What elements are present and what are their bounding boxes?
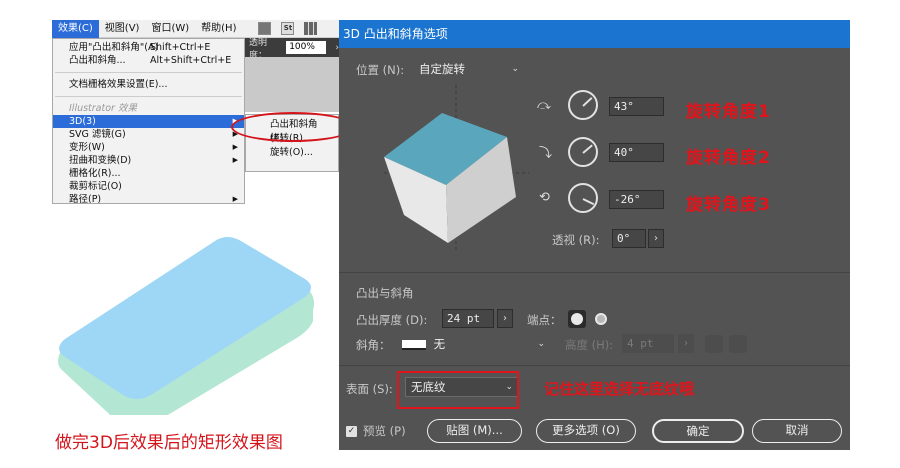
extrude-depth-label: 凸出厚度 (D): bbox=[356, 313, 428, 327]
surface-label: 表面 (S): bbox=[346, 382, 393, 396]
chevron-down-icon: ⌄ bbox=[537, 339, 545, 349]
result-caption: 做完3D后效果后的矩形效果图 bbox=[55, 433, 283, 453]
surface-note: 记住这里选择无底纹哦 bbox=[544, 380, 695, 398]
x-rotation-dial[interactable] bbox=[568, 90, 598, 120]
z-axis-rotate-icon: ⟲ bbox=[539, 190, 550, 205]
menu-item-extrude-bevel[interactable]: 凸出和斜角... Alt+Shift+Ctrl+E bbox=[53, 54, 244, 67]
cancel-button[interactable]: 取消 bbox=[752, 419, 842, 443]
chevron-down-icon: ⌄ bbox=[511, 64, 519, 74]
section-divider bbox=[339, 272, 850, 273]
menu-item-distort-transform[interactable]: 扭曲和变换(D) ▶ bbox=[53, 154, 244, 167]
annotation-ellipse bbox=[231, 112, 355, 142]
control-bar: 透明度： 100% › bbox=[245, 38, 339, 61]
rotation-preview-cube[interactable] bbox=[384, 85, 529, 250]
perspective-label: 透视 (R): bbox=[552, 233, 600, 247]
bevel-swatch bbox=[402, 339, 426, 350]
bevel-label: 斜角： bbox=[356, 338, 391, 352]
menu-help[interactable]: 帮助(H) bbox=[195, 20, 242, 38]
z-rotation-dial[interactable] bbox=[568, 183, 598, 213]
menu-item-crop-marks[interactable]: 裁剪标记(O) bbox=[53, 180, 244, 193]
bridge-icon[interactable] bbox=[258, 22, 272, 35]
arrange-documents-icon[interactable] bbox=[304, 22, 318, 35]
section-divider bbox=[339, 365, 850, 366]
position-dropdown[interactable]: 自定旋转 ⌄ bbox=[413, 59, 525, 79]
map-art-button[interactable]: 贴图 (M)... bbox=[427, 419, 522, 443]
bevel-in-button bbox=[729, 335, 747, 353]
dialog-title: 3D 凸出和斜角选项 bbox=[339, 20, 850, 48]
menu-item-svg-filters[interactable]: SVG 滤镜(G) ▶ bbox=[53, 128, 244, 141]
preview-label: 预览 (P) bbox=[363, 424, 406, 438]
opacity-input[interactable]: 100% bbox=[286, 41, 327, 54]
height-label: 高度 (H): bbox=[565, 338, 614, 352]
extrude-section-title: 凸出与斜角 bbox=[356, 286, 414, 300]
rotation-note-1: 旋转角度1 bbox=[686, 102, 771, 122]
menu-section-illustrator: Illustrator 效果 bbox=[69, 103, 137, 114]
extrude-depth-stepper[interactable]: › bbox=[497, 309, 513, 328]
y-axis-rotate-icon: ⤵ bbox=[539, 146, 553, 161]
menu-item-3d[interactable]: 3D(3) ▶ bbox=[53, 115, 244, 128]
menu-item-apply-last[interactable]: 应用"凸出和斜角"(A) Shift+Ctrl+E bbox=[53, 41, 244, 54]
effect-menu: 应用"凸出和斜角"(A) Shift+Ctrl+E 凸出和斜角... Alt+Shi… bbox=[52, 38, 245, 204]
perspective-input[interactable]: 0° bbox=[612, 229, 646, 248]
menu-item-warp[interactable]: 变形(W) ▶ bbox=[53, 141, 244, 154]
extrude-bevel-dialog: 3D 凸出和斜角选项 位置 (N): 自定旋转 ⌄ ⤼ 43° 旋转角度1 ⤵ 4… bbox=[339, 20, 850, 450]
menu-effect[interactable]: 效果(C) bbox=[52, 19, 99, 38]
submenu-arrow-icon: ▶ bbox=[232, 143, 238, 151]
surface-highlight-box bbox=[397, 371, 519, 409]
menu-window[interactable]: 窗口(W) bbox=[145, 20, 195, 38]
submenu-item-rotate[interactable]: 旋转(O)... bbox=[246, 146, 338, 160]
z-rotation-input[interactable]: -26° bbox=[609, 190, 664, 209]
stock-icon[interactable]: St bbox=[281, 22, 295, 35]
bevel-out-button bbox=[705, 335, 723, 353]
app-menubar: 效果(C) 视图(V) 窗口(W) 帮助(H) St bbox=[52, 19, 339, 38]
submenu-arrow-icon: ▶ bbox=[232, 156, 238, 164]
position-label: 位置 (N): bbox=[356, 63, 405, 77]
x-axis-rotate-icon: ⤼ bbox=[537, 98, 551, 113]
y-rotation-input[interactable]: 40° bbox=[609, 143, 664, 162]
cap-on-button[interactable] bbox=[568, 310, 586, 328]
preview-checkbox[interactable]: ✓ bbox=[346, 426, 357, 437]
y-rotation-dial[interactable] bbox=[568, 137, 598, 167]
menu-separator bbox=[55, 96, 242, 97]
perspective-stepper[interactable]: › bbox=[648, 229, 664, 248]
cap-label: 端点： bbox=[527, 313, 562, 327]
height-stepper: › bbox=[678, 334, 694, 353]
canvas-area bbox=[245, 57, 339, 112]
rounded-rectangle-3d-result bbox=[58, 237, 314, 415]
more-options-button[interactable]: 更多选项 (O) bbox=[536, 419, 636, 443]
menu-view[interactable]: 视图(V) bbox=[99, 20, 146, 38]
menu-item-raster-settings[interactable]: 文档栅格效果设置(E)... bbox=[53, 78, 244, 91]
menu-item-path[interactable]: 路径(P) ▶ bbox=[53, 193, 244, 203]
bevel-dropdown[interactable]: 无 ⌄ bbox=[396, 334, 551, 354]
rotation-note-2: 旋转角度2 bbox=[686, 148, 771, 168]
menu-separator bbox=[55, 72, 242, 73]
menu-item-rasterize[interactable]: 栅格化(R)... bbox=[53, 167, 244, 180]
extrude-depth-input[interactable]: 24 pt bbox=[442, 309, 494, 328]
height-input: 4 pt bbox=[622, 334, 674, 353]
submenu-arrow-icon: ▶ bbox=[232, 195, 238, 203]
cap-off-button[interactable] bbox=[592, 310, 610, 328]
ok-button[interactable]: 确定 bbox=[652, 419, 744, 443]
x-rotation-input[interactable]: 43° bbox=[609, 97, 664, 116]
rotation-note-3: 旋转角度3 bbox=[686, 195, 771, 215]
